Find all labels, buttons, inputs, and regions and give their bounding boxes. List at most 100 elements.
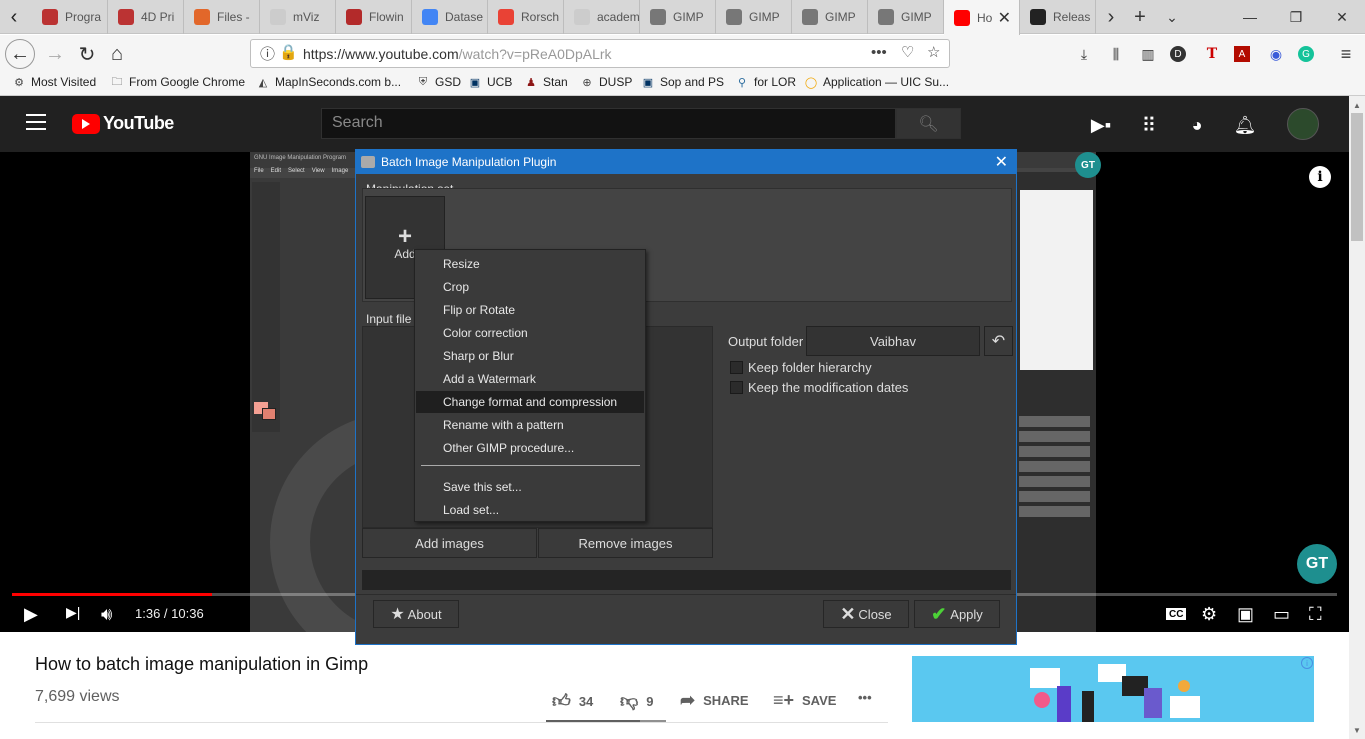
pdf-icon[interactable]: A [1234,46,1250,62]
dialog-title-bar[interactable]: Batch Image Manipulation Plugin ✕ [356,150,1016,174]
tab-8[interactable]: academy. [564,0,640,34]
bookmark-item[interactable]: ◭ MapInSeconds.com b... [256,75,401,89]
video-info-icon[interactable]: i [1309,166,1331,188]
tab-4[interactable]: mViz [260,0,336,34]
tab-5[interactable]: Flowin [336,0,412,34]
bookmark-item[interactable]: ⚲ for LOR [735,75,796,89]
bookmark-item[interactable]: ⚙ Most Visited [12,75,96,89]
messages-icon[interactable]: ◕ [1185,113,1209,137]
extension-t-icon[interactable]: T [1202,44,1222,64]
remove-images-button[interactable]: Remove images [538,528,713,558]
search-button[interactable]: 🔍︎ [896,108,961,139]
tab-scroll-right-icon[interactable]: › [1096,0,1126,34]
menu-item[interactable]: Load set... [416,499,644,521]
add-images-button[interactable]: Add images [362,528,537,558]
dialog-close-icon[interactable]: ✕ [995,152,1008,172]
tab-1[interactable]: Progra [32,0,108,34]
menu-item[interactable]: Crop [416,276,644,298]
search-input[interactable]: Search [321,108,896,139]
restore-icon[interactable]: ❐ [1273,0,1319,34]
avatar[interactable] [1287,108,1319,140]
new-tab-icon[interactable]: + [1125,0,1155,34]
bookmark-item[interactable]: ⊕ DUSP [580,75,632,89]
youtube-logo[interactable]: YouTube [72,113,174,134]
reset-folder-undo-icon[interactable]: ↶ [984,326,1013,356]
miniplayer-icon[interactable]: ▣ [1237,604,1254,625]
extension-circle-icon[interactable]: ◉ [1266,44,1286,64]
play-icon[interactable]: ▶ [24,604,38,625]
tab-list-icon[interactable]: ⌄ [1157,0,1187,34]
library-icon[interactable]: ⫼ [1106,44,1126,64]
minimize-icon[interactable]: — [1227,0,1273,34]
tab-3[interactable]: Files - [184,0,260,34]
tab-12[interactable]: GIMP [868,0,944,34]
forward-icon[interactable]: → [40,39,70,69]
create-video-icon[interactable]: ▶▪ [1089,113,1113,137]
fullscreen-icon[interactable]: ⛶ [1309,604,1322,625]
more-actions-icon[interactable]: ••• [858,690,872,705]
keep-hierarchy-checkbox[interactable]: Keep folder hierarchy [730,360,872,375]
tab-scroll-left-icon[interactable]: ‹ [0,0,28,34]
menu-item[interactable]: Other GIMP procedure... [416,437,644,459]
tab-10[interactable]: GIMP [716,0,792,34]
page-actions-icon[interactable]: ••• [871,44,887,61]
like-button[interactable]: 👍︎ 34 [552,690,593,712]
bookmark-item[interactable]: ◯ Application — UIC Su... [804,75,949,89]
notifications-bell-icon[interactable]: 🔔︎ [1233,113,1257,137]
download-icon[interactable]: ⤓ [1074,44,1094,64]
menu-item[interactable]: Flip or Rotate [416,299,644,321]
reload-icon[interactable]: ↻ [72,39,102,69]
hamburger-menu-icon[interactable] [26,114,46,130]
about-button[interactable]: ★ About [373,600,459,628]
bookmark-item[interactable]: ⛨ GSD [416,75,461,89]
tab-7[interactable]: Rorsch [488,0,564,34]
ad-info-icon[interactable]: i [1301,657,1313,669]
next-icon[interactable]: ▶| [66,604,80,621]
ad-banner[interactable] [912,656,1314,722]
bookmark-item[interactable]: 🗀 From Google Chrome [110,75,246,89]
apps-grid-icon[interactable]: ⠿ [1137,113,1161,137]
menu-icon[interactable]: ≡ [1336,44,1356,64]
tab-6[interactable]: Datase [412,0,488,34]
captions-icon[interactable]: CC [1166,608,1187,620]
home-icon[interactable]: ⌂ [102,39,132,69]
extension-d-icon[interactable]: D [1170,46,1186,62]
bookmark-star-icon[interactable]: ☆ [927,43,940,61]
menu-item[interactable]: Add a Watermark [416,368,644,390]
back-icon[interactable]: ← [5,39,35,69]
window-close-icon[interactable]: ✕ [1319,0,1365,34]
tab-11[interactable]: GIMP [792,0,868,34]
bookmark-item[interactable]: ▣ UCB [468,75,513,89]
share-button[interactable]: ➦ SHARE [680,690,749,711]
tab-2[interactable]: 4D Pri [108,0,184,34]
scrollbar-thumb[interactable] [1351,113,1363,241]
grammarly-icon[interactable]: G [1298,46,1314,62]
info-icon[interactable]: ⓘ [260,43,275,64]
pocket-icon[interactable]: ♡ [901,43,914,61]
apply-button[interactable]: ✔ Apply [914,600,1000,628]
close-button[interactable]: ✕ Close [823,600,909,628]
dislike-button[interactable]: 👎︎ 9 [620,690,654,712]
menu-item[interactable]: Color correction [416,322,644,344]
menu-item[interactable]: Rename with a pattern [416,414,644,436]
scroll-down-icon[interactable]: ▼ [1349,722,1365,738]
menu-item[interactable]: Sharp or Blur [416,345,644,367]
keep-dates-checkbox[interactable]: Keep the modification dates [730,380,908,395]
bookmark-item[interactable]: ♟ Stan [524,75,568,89]
sidebar-icon[interactable]: ▥ [1138,44,1158,64]
menu-item[interactable]: Change format and compression [416,391,644,413]
tab-9[interactable]: GIMP [640,0,716,34]
settings-gear-icon[interactable]: ⚙ [1201,604,1217,625]
output-folder-button[interactable]: Vaibhav [806,326,980,356]
menu-item[interactable]: Resize [416,253,644,275]
url-bar[interactable]: ⓘ 🔒 https://www.youtube.com/watch?v=pReA… [250,39,950,68]
bookmark-item[interactable]: ▣ Sop and PS [641,75,724,89]
scroll-up-icon[interactable]: ▲ [1349,97,1365,113]
tab-close-icon[interactable]: ✕ [998,8,1011,28]
theater-mode-icon[interactable]: ▭ [1273,604,1290,625]
save-button[interactable]: ≡+ SAVE [773,690,836,711]
menu-item[interactable]: Save this set... [416,476,644,498]
tab-13[interactable]: Ho ✕ [944,0,1020,35]
volume-icon[interactable]: 🔊︎ [101,604,112,625]
tab-14[interactable]: Releas [1020,0,1096,34]
